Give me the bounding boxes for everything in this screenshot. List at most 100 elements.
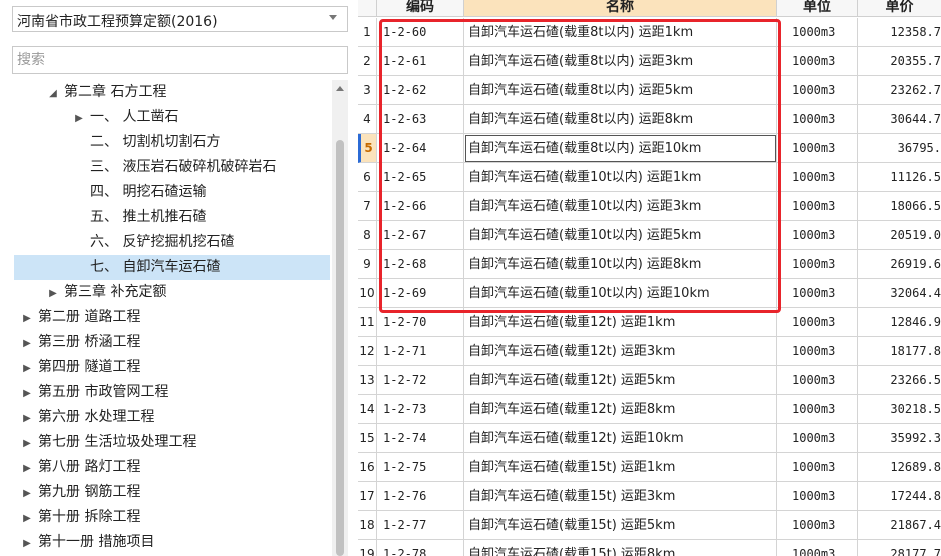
- tree-item[interactable]: ▶ 第九册 钢筋工程: [20, 480, 140, 505]
- price-cell[interactable]: 20355.7: [858, 47, 941, 76]
- unit-cell[interactable]: 1000m3: [777, 453, 858, 482]
- price-cell[interactable]: 20519.0: [858, 221, 941, 250]
- tree-item[interactable]: ▶ 第八册 路灯工程: [20, 455, 140, 480]
- name-cell[interactable]: 自卸汽车运石碴(载重10t以内) 运距5km: [464, 221, 777, 250]
- price-cell[interactable]: 12846.9: [858, 308, 941, 337]
- name-cell[interactable]: 自卸汽车运石碴(载重12t) 运距8km: [464, 395, 777, 424]
- tree-item[interactable]: ▶ 第三章 补充定额: [46, 280, 166, 305]
- expand-toggle-icon[interactable]: ▶: [20, 456, 34, 481]
- row-number[interactable]: 11: [358, 308, 377, 337]
- expand-toggle-icon[interactable]: ▶: [20, 331, 34, 356]
- code-cell[interactable]: 1-2-64: [377, 134, 464, 163]
- price-cell[interactable]: 35992.3: [858, 424, 941, 453]
- unit-cell[interactable]: 1000m3: [777, 76, 858, 105]
- table-row[interactable]: 17 1-2-76 自卸汽车运石碴(载重15t) 运距3km 1000m3 17244.…: [358, 482, 941, 511]
- expand-toggle-icon[interactable]: ▶: [20, 306, 34, 331]
- code-cell[interactable]: 1-2-72: [377, 366, 464, 395]
- expand-toggle-icon[interactable]: ▶: [20, 531, 34, 556]
- tree-item[interactable]: 三、 液压岩石破碎机破碎岩石: [72, 155, 276, 180]
- tree-item[interactable]: ▶ 一、 人工凿石: [72, 105, 178, 130]
- code-cell[interactable]: 1-2-77: [377, 511, 464, 540]
- price-cell[interactable]: 23262.7: [858, 76, 941, 105]
- scroll-up-icon[interactable]: [336, 86, 344, 91]
- price-cell[interactable]: 18066.5: [858, 192, 941, 221]
- unit-cell[interactable]: 1000m3: [777, 424, 858, 453]
- table-row[interactable]: 2 1-2-61 自卸汽车运石碴(载重8t以内) 运距3km 1000m3 20355.…: [358, 47, 941, 76]
- row-number[interactable]: 12: [358, 337, 377, 366]
- row-number[interactable]: 15: [358, 424, 377, 453]
- tree-item[interactable]: ▶ 第七册 生活垃圾处理工程: [20, 430, 196, 455]
- code-cell[interactable]: 1-2-73: [377, 395, 464, 424]
- tree-item[interactable]: ▶ 第十一册 措施项目: [20, 530, 154, 555]
- tree-item[interactable]: ▶ 第十册 拆除工程: [20, 505, 140, 530]
- unit-cell[interactable]: 1000m3: [777, 47, 858, 76]
- row-number[interactable]: 6: [358, 163, 377, 192]
- unit-cell[interactable]: 1000m3: [777, 134, 858, 163]
- name-cell[interactable]: 自卸汽车运石碴(载重8t以内) 运距3km: [464, 47, 777, 76]
- name-cell[interactable]: 自卸汽车运石碴(载重12t) 运距1km: [464, 308, 777, 337]
- unit-cell[interactable]: 1000m3: [777, 279, 858, 308]
- code-cell[interactable]: 1-2-68: [377, 250, 464, 279]
- unit-cell[interactable]: 1000m3: [777, 221, 858, 250]
- unit-cell[interactable]: 1000m3: [777, 511, 858, 540]
- price-cell[interactable]: 21867.4: [858, 511, 941, 540]
- price-cell[interactable]: 32064.4: [858, 279, 941, 308]
- table-row[interactable]: 12 1-2-71 自卸汽车运石碴(载重12t) 运距3km 1000m3 18177.…: [358, 337, 941, 366]
- tree-scrollbar[interactable]: [332, 80, 348, 556]
- tree-item[interactable]: ▶ 第五册 市政管网工程: [20, 380, 168, 405]
- header-name[interactable]: 名称: [464, 0, 777, 17]
- name-cell[interactable]: 自卸汽车运石碴(载重15t) 运距5km: [464, 511, 777, 540]
- quota-library-dropdown[interactable]: 河南省市政工程预算定额(2016): [12, 6, 348, 32]
- code-cell[interactable]: 1-2-66: [377, 192, 464, 221]
- tree-item[interactable]: 二、 切割机切割石方: [72, 130, 220, 155]
- table-row[interactable]: 14 1-2-73 自卸汽车运石碴(载重12t) 运距8km 1000m3 30218.…: [358, 395, 941, 424]
- price-cell[interactable]: 12689.8: [858, 453, 941, 482]
- name-cell[interactable]: 自卸汽车运石碴(载重10t以内) 运距3km: [464, 192, 777, 221]
- row-number[interactable]: 14: [358, 395, 377, 424]
- table-row[interactable]: 6 1-2-65 自卸汽车运石碴(载重10t以内) 运距1km 1000m3 11126…: [358, 163, 941, 192]
- name-cell[interactable]: 自卸汽车运石碴(载重12t) 运距10km: [464, 424, 777, 453]
- unit-cell[interactable]: 1000m3: [777, 250, 858, 279]
- price-cell[interactable]: 11126.5: [858, 163, 941, 192]
- expand-toggle-icon[interactable]: ▶: [20, 506, 34, 531]
- header-code[interactable]: 编码: [377, 0, 464, 17]
- expand-toggle-icon[interactable]: ▶: [72, 106, 86, 131]
- expand-toggle-icon[interactable]: ▶: [20, 381, 34, 406]
- code-cell[interactable]: 1-2-67: [377, 221, 464, 250]
- unit-cell[interactable]: 1000m3: [777, 337, 858, 366]
- table-row[interactable]: 9 1-2-68 自卸汽车运石碴(载重10t以内) 运距8km 1000m3 26919…: [358, 250, 941, 279]
- price-cell[interactable]: 30218.5: [858, 395, 941, 424]
- table-row[interactable]: 16 1-2-75 自卸汽车运石碴(载重15t) 运距1km 1000m3 12689.…: [358, 453, 941, 482]
- row-number[interactable]: 4: [358, 105, 377, 134]
- row-number[interactable]: 13: [358, 366, 377, 395]
- name-cell[interactable]: 自卸汽车运石碴(载重15t) 运距3km: [464, 482, 777, 511]
- table-row[interactable]: 15 1-2-74 自卸汽车运石碴(载重12t) 运距10km 1000m3 35992…: [358, 424, 941, 453]
- name-cell[interactable]: 自卸汽车运石碴(载重10t以内) 运距10km: [464, 279, 777, 308]
- unit-cell[interactable]: 1000m3: [777, 163, 858, 192]
- row-number[interactable]: 10: [358, 279, 377, 308]
- row-number[interactable]: 2: [358, 47, 377, 76]
- expand-toggle-icon[interactable]: ▶: [20, 481, 34, 506]
- row-number[interactable]: 18: [358, 511, 377, 540]
- name-cell[interactable]: 自卸汽车运石碴(载重8t以内) 运距1km: [464, 18, 777, 47]
- table-row[interactable]: 13 1-2-72 自卸汽车运石碴(载重12t) 运距5km 1000m3 23266.…: [358, 366, 941, 395]
- row-number[interactable]: 7: [358, 192, 377, 221]
- table-row[interactable]: 3 1-2-62 自卸汽车运石碴(载重8t以内) 运距5km 1000m3 23262.…: [358, 76, 941, 105]
- unit-cell[interactable]: 1000m3: [777, 482, 858, 511]
- table-row[interactable]: 11 1-2-70 自卸汽车运石碴(载重12t) 运距1km 1000m3 12846.…: [358, 308, 941, 337]
- table-row[interactable]: 4 1-2-63 自卸汽车运石碴(载重8t以内) 运距8km 1000m3 30644.…: [358, 105, 941, 134]
- search-input[interactable]: [12, 46, 348, 74]
- unit-cell[interactable]: 1000m3: [777, 540, 858, 556]
- code-cell[interactable]: 1-2-70: [377, 308, 464, 337]
- name-cell[interactable]: 自卸汽车运石碴(载重8t以内) 运距10km: [464, 134, 777, 163]
- header-price[interactable]: 单价: [858, 0, 941, 17]
- row-number[interactable]: 1: [358, 18, 377, 47]
- tree-item[interactable]: 五、 推土机推石碴: [72, 205, 206, 230]
- price-cell[interactable]: 17244.8: [858, 482, 941, 511]
- name-cell[interactable]: 自卸汽车运石碴(载重12t) 运距5km: [464, 366, 777, 395]
- row-number[interactable]: 3: [358, 76, 377, 105]
- tree-item[interactable]: ▶ 第三册 桥涵工程: [20, 330, 140, 355]
- unit-cell[interactable]: 1000m3: [777, 18, 858, 47]
- code-cell[interactable]: 1-2-76: [377, 482, 464, 511]
- table-row[interactable]: 1 1-2-60 自卸汽车运石碴(载重8t以内) 运距1km 1000m3 12358.…: [358, 18, 941, 47]
